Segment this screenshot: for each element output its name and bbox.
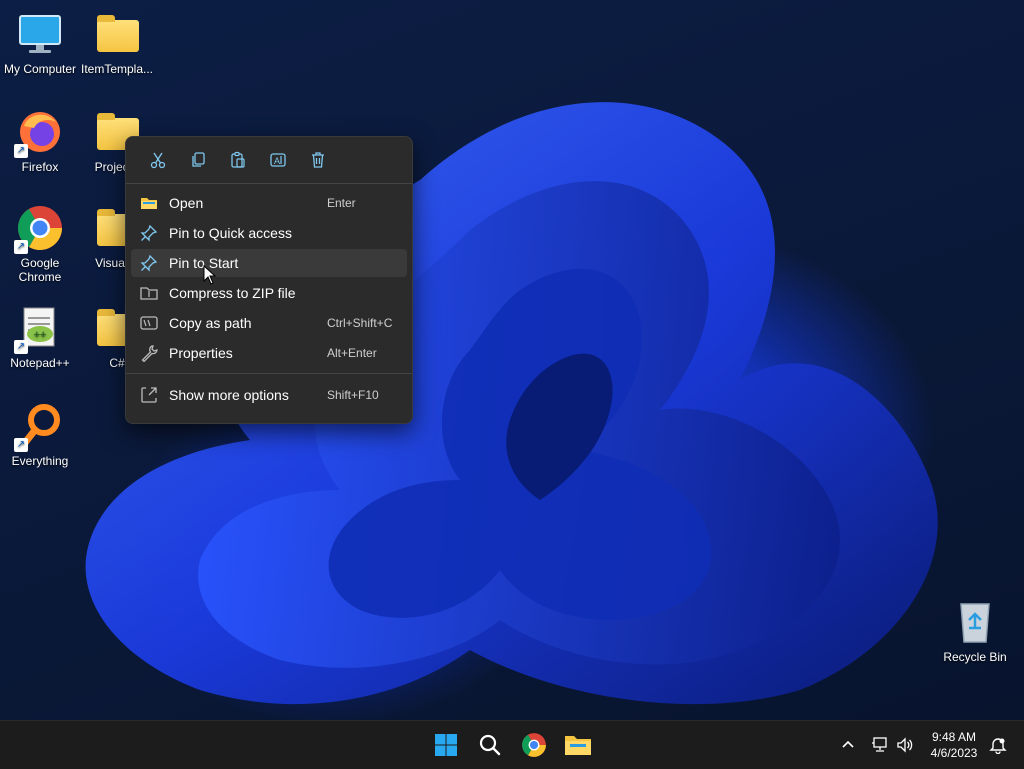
menu-item-properties[interactable]: Properties Alt+Enter — [131, 339, 407, 367]
menu-item-open[interactable]: Open Enter — [131, 189, 407, 217]
desktop-icon-recycle-bin[interactable]: Recycle Bin — [935, 598, 1015, 664]
menu-item-shortcut: Enter — [327, 196, 356, 210]
copy-path-icon — [139, 313, 159, 333]
delete-icon — [312, 152, 324, 168]
taskbar-chrome-button[interactable] — [518, 729, 550, 761]
desktop-icon-label: Notepad++ — [10, 356, 70, 370]
monitor-icon — [16, 10, 64, 58]
everything-search-icon: ↗ — [14, 402, 64, 452]
desktop-icon-my-computer[interactable]: My Computer — [0, 10, 80, 76]
start-button[interactable] — [430, 729, 462, 761]
desktop-icon-label: Firefox — [21, 160, 59, 174]
menu-item-copy-as-path[interactable]: Copy as path Ctrl+Shift+C — [131, 309, 407, 337]
file-explorer-icon — [565, 736, 591, 755]
mouse-cursor-icon — [203, 265, 217, 285]
taskbar-file-explorer-button[interactable] — [562, 729, 594, 761]
menu-item-label: Pin to Start — [169, 255, 239, 271]
shortcut-arrow-icon: ↗ — [14, 240, 28, 254]
notification-center-button[interactable] — [986, 733, 1010, 757]
zip-icon — [139, 283, 159, 303]
desktop-icon-itemtemplates[interactable]: ItemTempla... — [77, 10, 157, 76]
menu-item-shortcut: Alt+Enter — [327, 346, 377, 360]
network-button[interactable] — [868, 733, 892, 757]
copy-button[interactable] — [178, 144, 218, 176]
shortcut-arrow-icon: ↗ — [14, 438, 28, 452]
desktop-icon-label: Google Chrome — [18, 256, 62, 284]
network-icon — [872, 737, 887, 752]
taskbar: 9:48 AM 4/6/2023 — [0, 720, 1024, 769]
desktop-icon-label: Everything — [11, 454, 69, 468]
menu-item-label: Copy as path — [169, 315, 252, 331]
desktop-icon-google-chrome[interactable]: ↗ Google Chrome — [0, 204, 80, 284]
svg-text:A: A — [274, 156, 280, 166]
shortcut-arrow-icon: ↗ — [14, 340, 28, 354]
notification-bell-icon — [989, 738, 1007, 754]
show-hidden-icons-button[interactable] — [838, 733, 858, 757]
desktop[interactable]: My Computer ItemTempla... ↗ Firefox Proj… — [0, 0, 1024, 720]
volume-button[interactable] — [893, 733, 917, 757]
menu-item-shortcut: Ctrl+Shift+C — [327, 316, 393, 330]
folder-open-icon — [139, 193, 159, 213]
menu-item-pin-to-start[interactable]: Pin to Start — [131, 249, 407, 277]
context-menu: A Open Enter Pin to Quick access Pin to … — [125, 136, 413, 424]
recycle-bin-icon — [951, 598, 999, 646]
rename-button[interactable]: A — [258, 144, 298, 176]
desktop-icon-firefox[interactable]: ↗ Firefox — [0, 108, 80, 174]
cut-icon — [150, 152, 166, 169]
start-icon — [435, 734, 457, 756]
wrench-icon — [139, 343, 159, 363]
pin-icon — [139, 253, 159, 273]
notepad-plus-plus-icon: ++ ↗ — [14, 304, 64, 354]
search-icon — [479, 734, 501, 756]
delete-button[interactable] — [298, 144, 338, 176]
paste-button[interactable] — [218, 144, 258, 176]
desktop-icon-everything[interactable]: ↗ Everything — [0, 402, 80, 468]
paste-icon — [231, 151, 245, 168]
quick-actions-bar: A — [126, 137, 412, 183]
chrome-icon — [522, 733, 546, 757]
clock[interactable]: 9:48 AM 4/6/2023 — [920, 729, 988, 761]
copy-icon — [192, 152, 205, 167]
svg-text:++: ++ — [34, 329, 47, 341]
menu-item-label: Show more options — [169, 387, 289, 403]
menu-item-label: Compress to ZIP file — [169, 285, 296, 301]
menu-item-label: Pin to Quick access — [169, 225, 292, 241]
menu-item-label: Properties — [169, 345, 233, 361]
menu-item-show-more-options[interactable]: Show more options Shift+F10 — [131, 381, 407, 409]
more-options-icon — [139, 385, 159, 405]
cut-button[interactable] — [138, 144, 178, 176]
clock-date: 4/6/2023 — [930, 746, 978, 760]
pin-icon — [139, 223, 159, 243]
chrome-icon: ↗ — [14, 204, 64, 254]
search-button[interactable] — [474, 729, 506, 761]
folder-icon — [93, 10, 141, 58]
rename-icon: A — [270, 153, 286, 167]
menu-item-shortcut: Shift+F10 — [327, 388, 379, 402]
desktop-icon-label: ItemTempla... — [80, 62, 154, 76]
menu-item-compress-to-zip[interactable]: Compress to ZIP file — [131, 279, 407, 307]
desktop-icon-label: My Computer — [3, 62, 77, 76]
shortcut-arrow-icon: ↗ — [14, 144, 28, 158]
clock-time: 9:48 AM — [931, 730, 977, 744]
desktop-icon-notepad-plus-plus[interactable]: ++ ↗ Notepad++ — [0, 304, 80, 370]
menu-item-pin-to-quick-access[interactable]: Pin to Quick access — [131, 219, 407, 247]
firefox-icon: ↗ — [14, 108, 64, 158]
desktop-icon-label: Recycle Bin — [943, 650, 1007, 664]
chevron-up-icon — [842, 740, 854, 748]
volume-icon — [897, 737, 913, 753]
menu-item-label: Open — [169, 195, 204, 211]
